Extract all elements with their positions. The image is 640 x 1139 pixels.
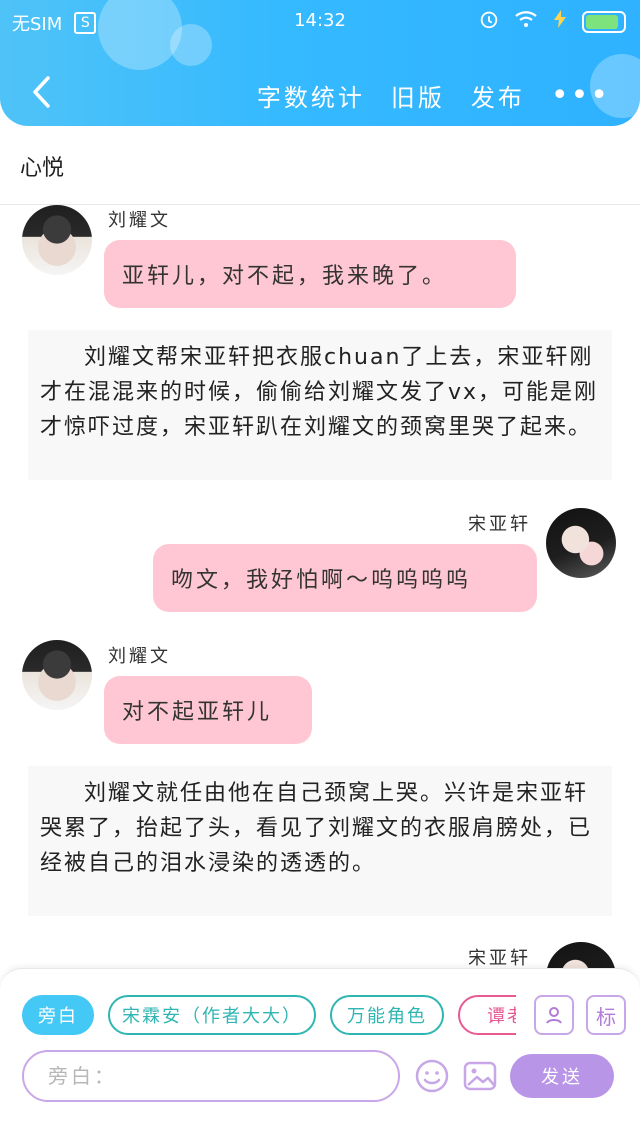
old-version-button[interactable]: 旧版 <box>391 78 445 113</box>
charging-icon <box>552 9 568 34</box>
publish-button[interactable]: 发布 <box>471 78 525 113</box>
narration-block: 刘耀文帮宋亚轩把衣服chuan了上去，宋亚轩刚才在混混来的时候，偷偷给刘耀文发了… <box>28 330 612 480</box>
chat-title-row: 心悦 <box>0 128 640 205</box>
role-chip-universal[interactable]: 万能角色 <box>330 995 444 1035</box>
speaker-name: 刘耀文 <box>108 646 171 667</box>
back-button[interactable] <box>22 72 62 112</box>
wifi-icon <box>514 9 538 34</box>
battery-icon <box>582 10 626 33</box>
header-bar: 无SIM S 14:32 字数统计 旧版 发布 ••• <box>0 0 640 126</box>
alarm-icon <box>478 8 500 35</box>
emoji-icon[interactable] <box>414 1058 450 1094</box>
more-icon[interactable]: ••• <box>551 80 610 110</box>
role-selector: 旁白 宋霖安（作者大大） 万能角色 谭老 <box>22 995 516 1039</box>
role-chip-author[interactable]: 宋霖安（作者大大） <box>108 995 316 1035</box>
status-bar: 无SIM S 14:32 <box>0 0 640 42</box>
speaker-name: 宋亚轩 <box>468 514 531 535</box>
narration-block: 刘耀文就任由他在自己颈窝上哭。兴许是宋亚轩哭累了，抬起了头，看见了刘耀文的衣服肩… <box>28 766 612 916</box>
image-icon[interactable] <box>462 1058 498 1094</box>
role-chip-tan[interactable]: 谭老 <box>458 995 516 1035</box>
role-chip-narration[interactable]: 旁白 <box>22 995 94 1035</box>
chat-message: 亚轩儿，对不起，我来晚了。 <box>104 240 516 308</box>
chat-message: 对不起亚轩儿 <box>104 676 312 744</box>
avatar[interactable] <box>546 508 616 578</box>
message-input[interactable] <box>22 1050 400 1102</box>
tag-icon[interactable]: 标 <box>586 995 626 1035</box>
chevron-left-icon <box>33 76 50 108</box>
word-count-button[interactable]: 字数统计 <box>257 78 365 113</box>
send-button[interactable]: 发送 <box>510 1054 614 1098</box>
avatar[interactable] <box>22 205 92 275</box>
chat-message: 吻文，我好怕啊～呜呜呜呜 <box>153 544 537 612</box>
speaker-name: 刘耀文 <box>108 210 171 231</box>
avatar[interactable] <box>22 640 92 710</box>
speaker-name: 宋亚轩 <box>468 948 531 969</box>
character-icon[interactable] <box>534 995 574 1035</box>
chat-title: 心悦 <box>20 156 65 181</box>
nav-bar: 字数统计 旧版 发布 ••• <box>0 60 640 120</box>
